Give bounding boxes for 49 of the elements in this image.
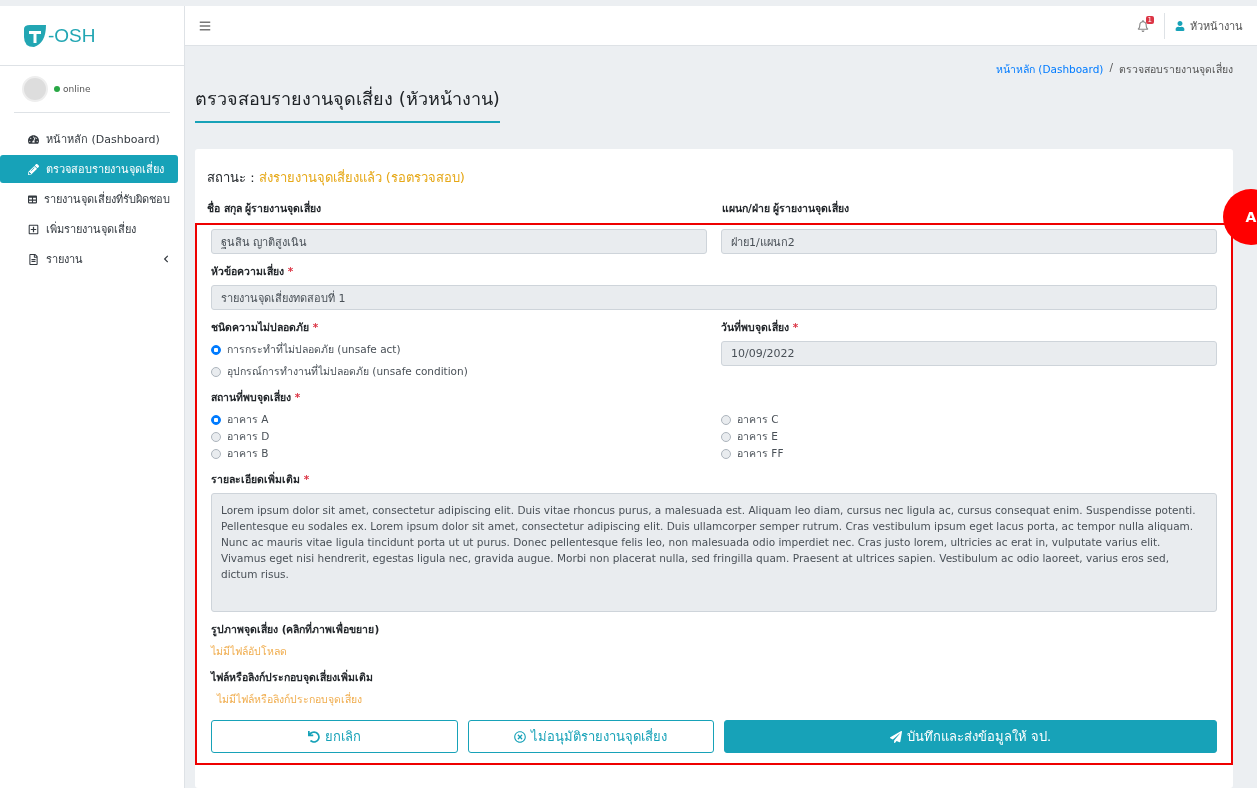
sidebar-item[interactable]: เพิ่มรายงานจุดเสี่ยง (0, 215, 178, 243)
radio-option[interactable]: อาคาร D (211, 428, 707, 445)
user-icon (1175, 20, 1185, 31)
radio-option[interactable]: อุปกรณ์การทำงานที่ไม่ปลอดภัย (unsafe condition) (211, 363, 707, 380)
online-status: online (54, 84, 91, 94)
empty-message: ไม่มีไฟล์หรือลิงก์ประกอบจุดเสี่ยง (215, 691, 363, 708)
input-field[interactable]: ฐนสิน ญาติสูงเนิน (211, 229, 707, 254)
undo-icon (307, 730, 320, 743)
field-label: ชนิดความไม่ปลอดภัย * (211, 320, 320, 335)
status-label: สถานะ : (207, 169, 255, 187)
empty-message: ไม่มีไฟล์อัปโหลด (211, 644, 288, 659)
field-label: รูปภาพจุดเสี่ยง (คลิกที่ภาพเพื่อขยาย) (211, 621, 381, 638)
field-label: ชื่อ สกุล ผู้รายงานจุดเสี่ยง (207, 200, 323, 217)
field-label: ไฟล์หรือลิงก์ประกอบจุดเสี่ยงเพิ่มเติม (211, 669, 374, 686)
details-textarea[interactable]: Lorem ipsum dolor sit amet, consectetur adipiscing elit. Duis vitae rhoncus purus, a malesuada est. Aliquam leo diam, cursus nec ligula ac, cursus consequat enim. Suspendisse potenti. Pellentesque eu sodales ex. Lorem ipsum dolor sit amet, consectetur adipiscing elit. Duis ullamcorper semper rutrum. Cras vestibulum ipsum eget lacus porta, ac tempor nulla aliquam. Nunc ac mauris vitae ligula tincidunt porta ut ut purus. Donec pellentesque felis leo, non malesuada odio imperdiet nec. Cras justo lorem, ultricies ac erat in, vulputate varius elit. Vivamus eget nisi hendrerit, egestas ligula nec, gravida augue. Morbi non placerat nulla, sed fringilla quam. Praesent at ultrices sapien. Vestibulum ac odio laoreet, varius eros sed, dictum risus. (211, 493, 1217, 612)
field-label: หัวข้อความเสี่ยง * (211, 263, 295, 279)
radio-option[interactable]: อาคาร A (211, 411, 707, 428)
date-field[interactable]: 10/09/2022 (721, 341, 1217, 366)
status-value: ส่งรายงานจุดเสี่ยงแล้ว (รอตรวจสอบ) (258, 168, 465, 188)
bell-icon[interactable] (1136, 19, 1149, 32)
radio-option[interactable]: อาคาร B (211, 445, 707, 462)
logo-icon (22, 22, 48, 49)
menu-icon[interactable] (199, 19, 211, 32)
field-label: แผนก/ฝ่าย ผู้รายงานจุดเสี่ยง (722, 200, 851, 217)
page-title: ตรวจสอบรายงานจุดเสี่ยง (หัวหน้างาน) (195, 84, 500, 123)
paper-plane-icon (889, 730, 902, 743)
avatar (22, 76, 48, 102)
input-field[interactable]: รายงานจุดเสี่ยงทดสอบที่ 1 (211, 285, 1217, 310)
pencil-icon (28, 163, 39, 175)
radio-option[interactable]: อาคาร FF (721, 445, 1217, 462)
field-label: รายละเอียดเพิ่มเติม * (211, 471, 311, 487)
sidebar-item[interactable]: หน้าหลัก (Dashboard) (0, 125, 178, 153)
field-label: สถานที่พบจุดเสี่ยง * (211, 389, 302, 406)
breadcrumb-item[interactable]: ตรวจสอบรายงานจุดเสี่ยง (1119, 61, 1233, 78)
radio-option[interactable]: อาคาร C (721, 411, 1217, 428)
document-icon (28, 253, 39, 265)
radio-option[interactable]: อาคาร E (721, 428, 1217, 445)
breadcrumb-item[interactable]: หน้าหลัก (Dashboard) (995, 61, 1104, 78)
user-menu[interactable]: หัวหน้างาน (1190, 16, 1243, 35)
table-icon (28, 193, 37, 205)
logo-text: -OSH (48, 24, 96, 47)
breadcrumb-separator: / (1109, 61, 1113, 75)
sidebar-item[interactable]: รายงานจุดเสี่ยงที่รับผิดชอบ (0, 185, 178, 213)
annotation-marker: A (1223, 189, 1257, 245)
field-label: วันที่พบจุดเสี่ยง * (721, 319, 800, 336)
input-field[interactable]: ฝ่าย1/แผนก2 (721, 229, 1217, 254)
sidebar-item[interactable]: รายงาน (0, 245, 178, 273)
gauge-icon (28, 133, 39, 145)
radio-option[interactable]: การกระทำที่ไม่ปลอดภัย (unsafe act) (211, 341, 707, 358)
